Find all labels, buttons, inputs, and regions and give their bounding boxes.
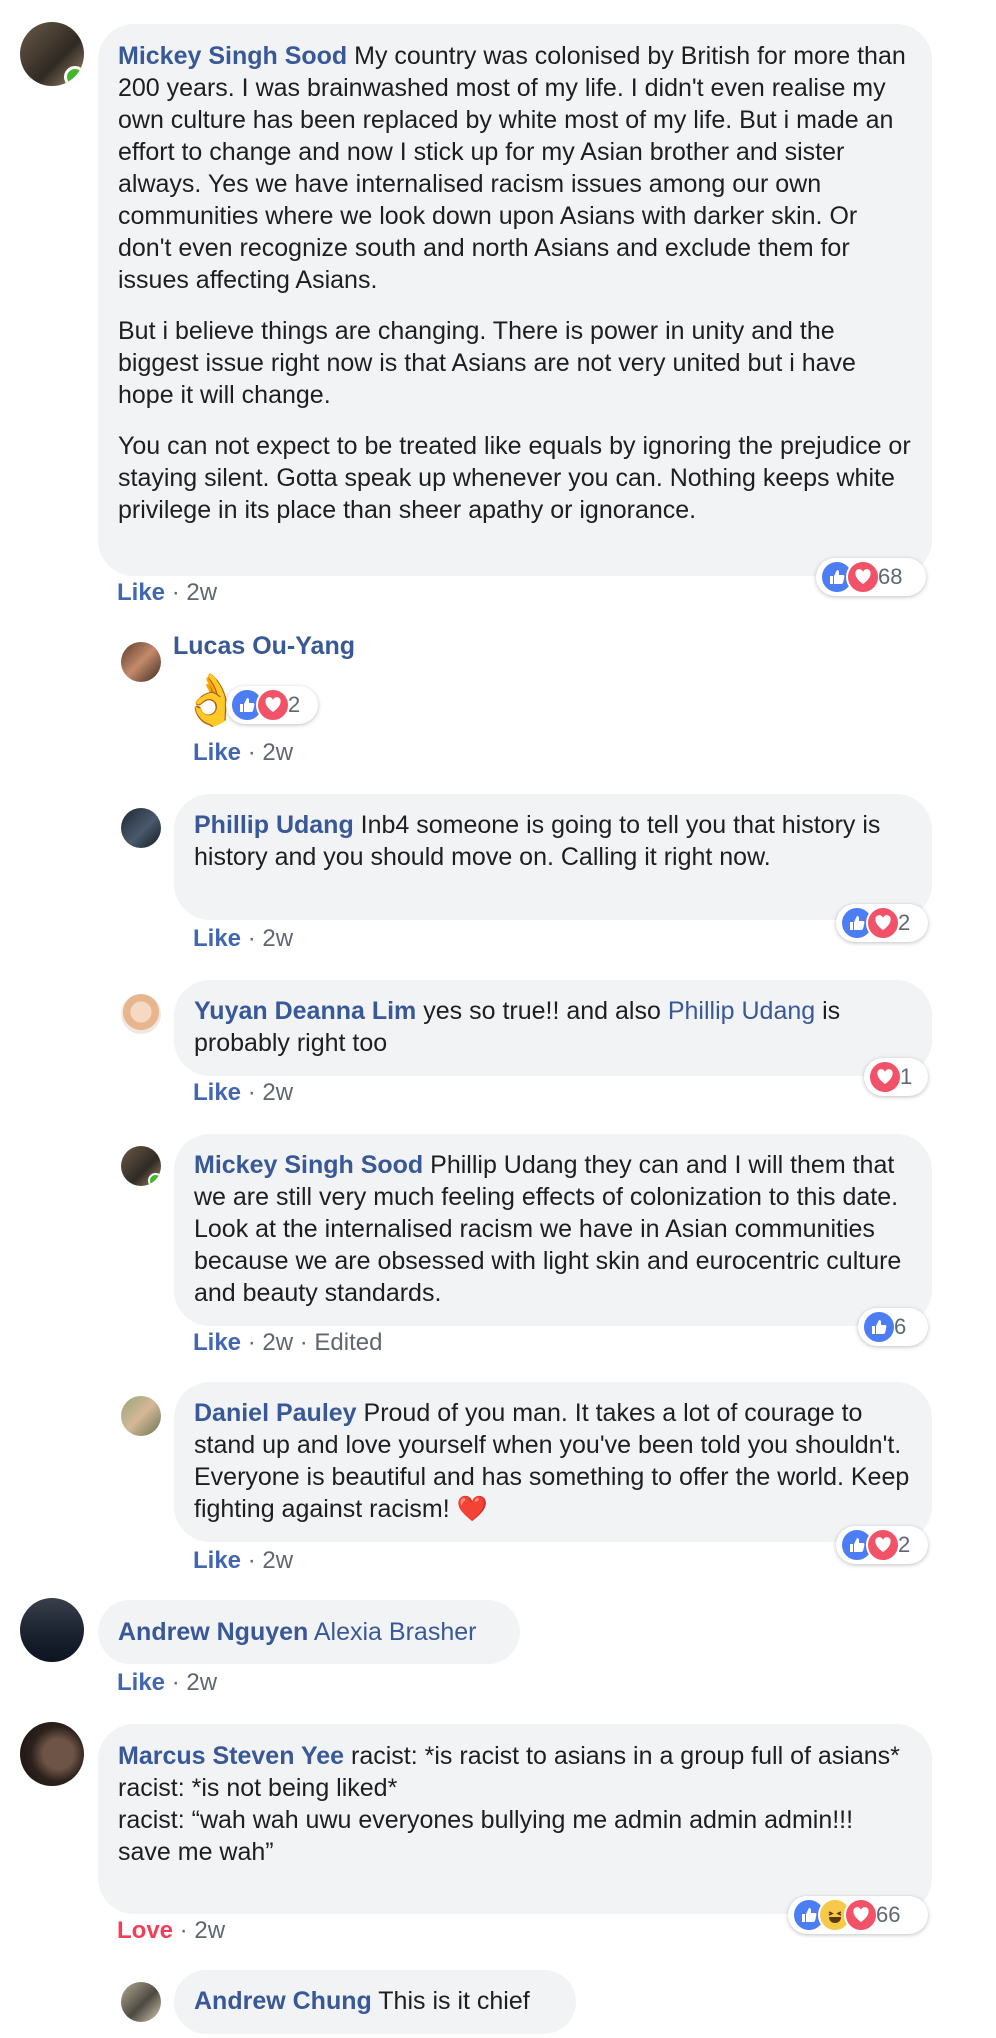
online-status-icon <box>148 1173 161 1186</box>
like-link[interactable]: Like <box>193 1547 241 1574</box>
avatar[interactable] <box>121 1146 161 1186</box>
reaction-summary[interactable]: 66 <box>788 1896 928 1934</box>
comment-time[interactable]: 2w <box>186 579 217 606</box>
comment-meta: Like · 2w <box>193 925 294 952</box>
comment-author[interactable]: Yuyan Deanna Lim <box>194 997 416 1025</box>
avatar[interactable] <box>121 642 161 682</box>
comment-meta: Love · 2w <box>117 1917 226 1944</box>
avatar[interactable] <box>121 1396 161 1436</box>
comment-bubble: Andrew Chung This is it chief <box>174 1970 576 2034</box>
love-link[interactable]: Love <box>117 1917 173 1944</box>
comment-author[interactable]: Phillip Udang <box>194 811 354 839</box>
reaction-count: 68 <box>878 564 903 589</box>
like-link[interactable]: Like <box>193 739 241 766</box>
avatar[interactable] <box>121 808 161 848</box>
love-reaction-icon <box>866 1528 900 1562</box>
comment-bubble: Yuyan Deanna Lim yes so true!! and also … <box>174 980 932 1076</box>
love-reaction-icon <box>256 688 290 722</box>
comment-time[interactable]: 2w <box>262 1079 293 1106</box>
comment-bubble: Mickey Singh Sood Phillip Udang they can… <box>174 1134 932 1326</box>
like-link[interactable]: Like <box>117 579 165 606</box>
love-reaction-icon <box>868 1060 902 1094</box>
avatar[interactable] <box>20 1598 84 1662</box>
comment-author[interactable]: Mickey Singh Sood <box>194 1151 423 1179</box>
avatar[interactable] <box>121 994 161 1034</box>
comment-meta: Like · 2w <box>117 579 218 606</box>
comment-author[interactable]: Andrew Chung <box>194 1987 372 2015</box>
reaction-summary[interactable]: 6 <box>858 1308 928 1346</box>
love-reaction-icon <box>866 906 900 940</box>
comment-meta: Like · 2w <box>117 1669 218 1696</box>
comment-meta: Like · 2w · Edited <box>193 1329 383 1356</box>
reaction-count: 66 <box>876 1902 901 1927</box>
reaction-count: 2 <box>898 1532 911 1557</box>
reaction-summary[interactable]: 68 <box>816 558 926 596</box>
comment-bubble: Phillip Udang Inb4 someone is going to t… <box>174 794 932 920</box>
comment-bubble: Marcus Steven Yee racist: *is racist to … <box>98 1724 932 1914</box>
like-link[interactable]: Like <box>193 925 241 952</box>
comment-time[interactable]: 2w <box>194 1917 225 1944</box>
avatar[interactable] <box>20 22 84 86</box>
reaction-summary[interactable]: 2 <box>226 686 318 724</box>
comment-text: You can not expect to be treated like eq… <box>118 432 911 524</box>
online-status-icon <box>64 66 84 86</box>
comment-bubble: Mickey Singh Sood My country was colonis… <box>98 24 932 576</box>
comment-text: But i believe things are changing. There… <box>118 317 856 409</box>
comment-author[interactable]: Mickey Singh Sood <box>118 42 347 70</box>
like-link[interactable]: Like <box>117 1669 165 1696</box>
reaction-summary[interactable]: 1 <box>864 1058 928 1096</box>
mention-link[interactable]: Phillip Udang <box>668 997 815 1025</box>
comment-meta: Like · 2w <box>193 1547 294 1574</box>
comment-time[interactable]: 2w <box>262 1329 293 1356</box>
comment-text: racist: *is not being liked* <box>118 1774 398 1802</box>
reaction-count: 1 <box>900 1064 913 1089</box>
comment-time[interactable]: 2w <box>262 1547 293 1574</box>
comment-author[interactable]: Daniel Pauley <box>194 1399 357 1427</box>
mention-link[interactable]: Alexia Brasher <box>314 1618 477 1646</box>
reaction-count: 6 <box>894 1314 907 1339</box>
comment-text: Mickey Singh Sood My country was colonis… <box>118 42 906 294</box>
comment-text: racist: “wah wah uwu everyones bullying … <box>118 1806 854 1866</box>
comment-bubble: Daniel Pauley Proud of you man. It takes… <box>174 1382 932 1542</box>
edited-label[interactable]: Edited <box>314 1329 382 1356</box>
comment-time[interactable]: 2w <box>262 739 293 766</box>
red-heart-emoji-icon: ❤️ <box>456 1495 488 1523</box>
reaction-count: 2 <box>898 910 911 935</box>
comment-author[interactable]: Lucas Ou-Yang <box>173 630 355 662</box>
reaction-summary[interactable]: 2 <box>836 1526 928 1564</box>
comment-author[interactable]: Marcus Steven Yee <box>118 1742 344 1770</box>
comment-bubble: Andrew Nguyen Alexia Brasher <box>98 1600 520 1664</box>
comment-meta: Like · 2w <box>193 739 294 766</box>
like-link[interactable]: Like <box>193 1079 241 1106</box>
reaction-summary[interactable]: 2 <box>836 904 928 942</box>
comment-time[interactable]: 2w <box>186 1669 217 1696</box>
comment-text: racist: *is racist to asians in a group … <box>351 1742 900 1770</box>
comment-author[interactable]: Andrew Nguyen <box>118 1618 308 1646</box>
comment-text: This is it chief <box>378 1987 530 2015</box>
like-reaction-icon <box>862 1310 896 1344</box>
avatar[interactable] <box>20 1722 84 1786</box>
love-reaction-icon <box>846 560 880 594</box>
reaction-count: 2 <box>288 692 301 717</box>
love-reaction-icon <box>844 1898 878 1932</box>
comment-time[interactable]: 2w <box>262 925 293 952</box>
comment-meta: Like · 2w <box>193 1079 294 1106</box>
avatar[interactable] <box>121 1982 161 2022</box>
like-link[interactable]: Like <box>193 1329 241 1356</box>
